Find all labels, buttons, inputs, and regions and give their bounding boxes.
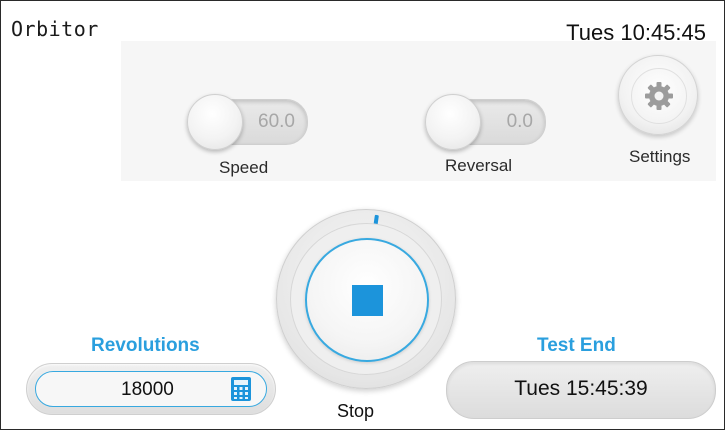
stop-button[interactable] — [305, 238, 429, 362]
calculator-icon[interactable] — [230, 376, 252, 402]
test-end-label: Test End — [537, 335, 616, 356]
revolutions-label: Revolutions — [91, 335, 200, 356]
settings-button[interactable] — [618, 55, 698, 135]
speed-toggle[interactable]: 60.0 — [187, 94, 308, 150]
app-title: Orbitor — [11, 17, 99, 41]
speed-label: Speed — [219, 158, 269, 177]
revolutions-value: 18000 — [121, 379, 174, 400]
gear-icon — [645, 82, 673, 110]
settings-label: Settings — [629, 147, 691, 166]
test-end-field[interactable]: Tues 15:45:39 — [446, 361, 716, 419]
revolutions-field[interactable]: 18000 — [26, 363, 276, 415]
reversal-label: Reversal — [445, 156, 513, 175]
stop-label: Stop — [337, 401, 375, 421]
reversal-value: 0.0 — [506, 111, 533, 132]
reversal-toggle-knob[interactable] — [425, 94, 481, 150]
speed-toggle-knob[interactable] — [187, 94, 243, 150]
revolutions-input[interactable]: 18000 — [35, 371, 267, 407]
reversal-toggle[interactable]: 0.0 — [425, 94, 546, 150]
stop-icon — [352, 285, 383, 316]
settings-button-face — [631, 68, 687, 124]
stop-dial — [276, 209, 456, 389]
app-window: Orbitor Tues 10:45:45 60.0 Speed 0.0 Rev… — [0, 0, 725, 430]
test-end-value: Tues 15:45:39 — [514, 377, 648, 400]
clock: Tues 10:45:45 — [566, 20, 706, 45]
speed-value: 60.0 — [258, 111, 295, 132]
